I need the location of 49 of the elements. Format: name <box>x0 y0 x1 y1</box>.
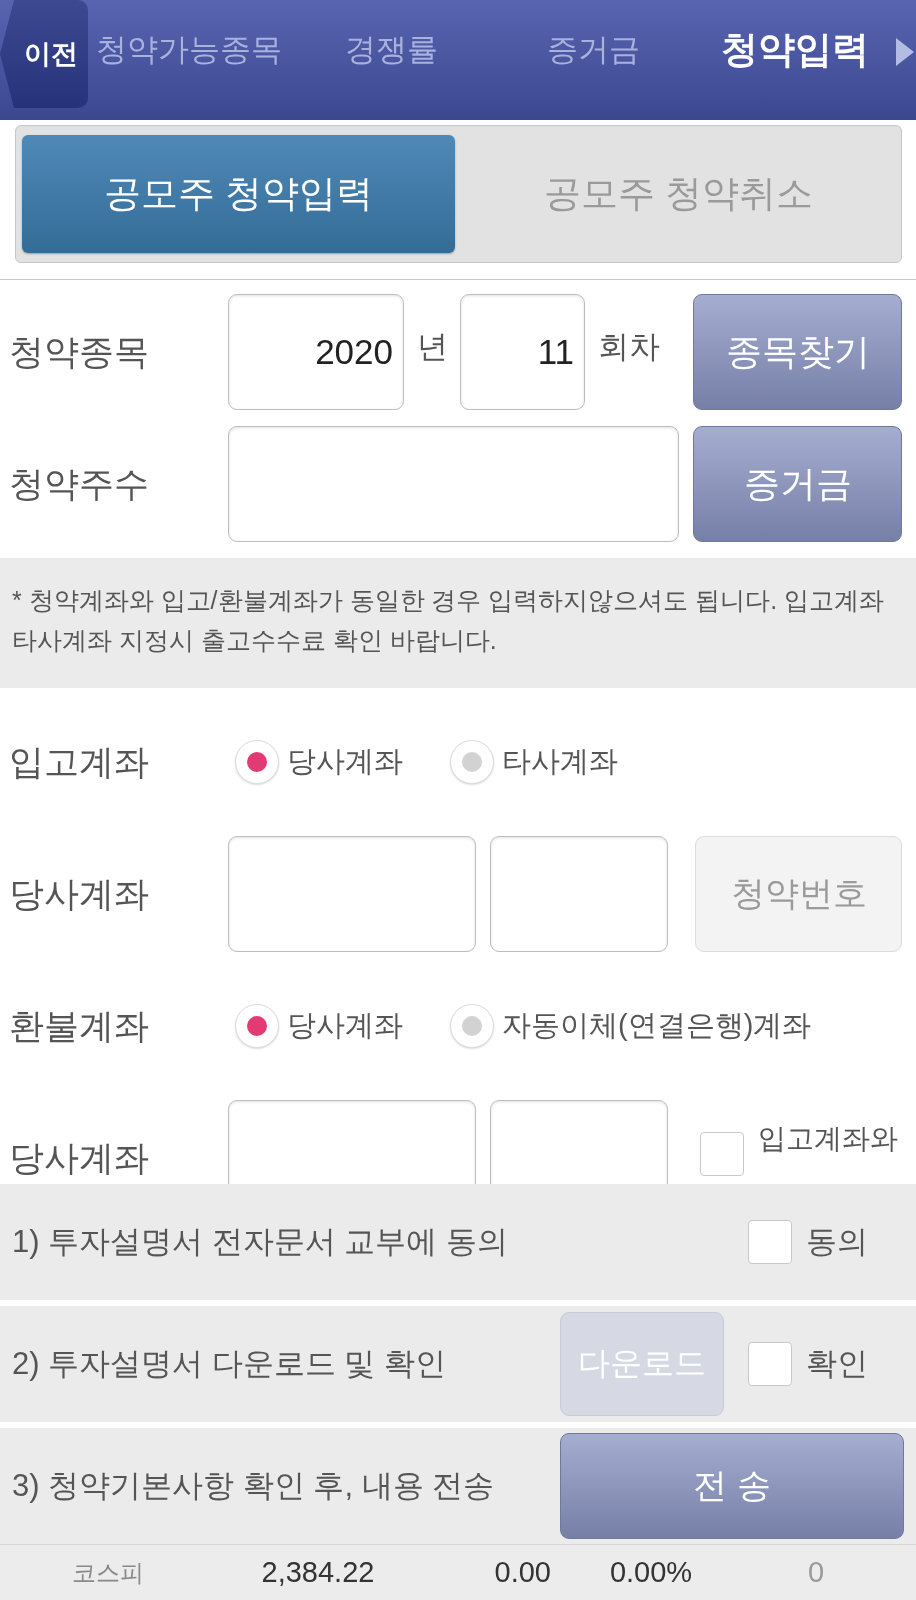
checkbox[interactable] <box>748 1342 792 1386</box>
radio-button[interactable] <box>235 740 279 784</box>
checkbox-label: 입고계좌와 <box>758 1122 898 1156</box>
account-field[interactable] <box>490 1100 668 1184</box>
notice-text: * 청약계좌와 입고/환불계좌가 동일한 경우 입력하지않으셔도 됩니다. 입고계좌 타사계좌 지정시 출고수수료 확인 바랍니다. <box>0 558 916 688</box>
checkbox[interactable] <box>748 1220 792 1264</box>
field-label: 입고계좌 <box>8 740 150 783</box>
checkbox-label: 동의 <box>806 1223 868 1261</box>
tab[interactable]: 청약가능종목 <box>88 0 290 100</box>
account-field[interactable] <box>490 836 668 952</box>
radio-button[interactable] <box>235 1004 279 1048</box>
field-label: 환불계좌 <box>8 1004 150 1047</box>
radio-button[interactable] <box>450 1004 494 1048</box>
step-label: 2) 투자설명서 다운로드 및 확인 <box>12 1345 447 1383</box>
year-field[interactable]: 2020 <box>228 294 404 410</box>
checkbox-label: 확인 <box>806 1345 868 1383</box>
radio-label: 당사계좌 <box>287 1008 403 1043</box>
index-change: 0.00 <box>494 1556 552 1589</box>
account-field[interactable] <box>228 836 476 952</box>
radio-label: 타사계좌 <box>502 744 618 779</box>
step-label: 1) 투자설명서 전자문서 교부에 동의 <box>12 1223 509 1261</box>
index-name: 코스피 <box>71 1557 144 1588</box>
unit-label: 년 <box>416 328 449 366</box>
step-label: 3) 청약기본사항 확인 후, 내용 전송 <box>12 1467 496 1505</box>
segment-tab[interactable]: 공모주 청약취소 <box>462 135 895 253</box>
send-button[interactable]: 전 송 <box>560 1433 904 1539</box>
account-field[interactable] <box>228 1100 476 1184</box>
tab[interactable]: 경쟁률 <box>290 0 492 100</box>
trade-volume: 0 <box>807 1556 825 1589</box>
find-issue-button[interactable]: 종목찾기 <box>693 294 902 410</box>
triangle-right-icon[interactable] <box>896 38 914 66</box>
field-label: 청약종목 <box>8 330 150 373</box>
tab[interactable]: 청약입력 <box>694 0 896 100</box>
back-button[interactable]: 이전 <box>0 0 88 108</box>
index-value: 2,384.22 <box>261 1556 375 1589</box>
field-label: 당사계좌 <box>8 872 150 915</box>
segment-tab[interactable]: 공모주 청약입력 <box>22 135 455 253</box>
field-label: 당사계좌 <box>8 1136 150 1179</box>
unit-label: 회차 <box>597 328 661 366</box>
radio-label: 당사계좌 <box>287 744 403 779</box>
radio-label: 자동이체(연결은행)계좌 <box>502 1008 812 1043</box>
change-rate: 0.00% <box>609 1556 693 1589</box>
field-label: 청약주수 <box>8 462 150 505</box>
tab[interactable]: 증거금 <box>492 0 694 100</box>
checkbox[interactable] <box>700 1132 744 1176</box>
shares-field[interactable] <box>228 426 679 542</box>
margin-button[interactable]: 증거금 <box>693 426 902 542</box>
radio-button[interactable] <box>450 740 494 784</box>
round-field[interactable]: 11 <box>460 294 585 410</box>
